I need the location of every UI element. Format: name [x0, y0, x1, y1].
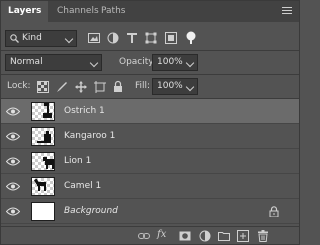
layer-name: Lion 1 — [64, 156, 92, 166]
blend-mode-select[interactable]: Normal — [5, 54, 102, 71]
layer-name: Background — [64, 206, 118, 216]
new-layer-icon[interactable] — [237, 230, 249, 242]
fx-icon[interactable]: fx — [157, 228, 171, 240]
opacity-value: 100% — [157, 57, 183, 67]
filter-kind-label: Kind — [22, 33, 42, 43]
lock-label: Lock: — [7, 81, 31, 91]
filter-row: Kind — [1, 30, 299, 48]
layer-thumbnail — [31, 127, 55, 146]
chevron-down-icon — [64, 34, 74, 44]
delete-layer-icon[interactable] — [257, 230, 269, 242]
layer-thumbnail — [31, 152, 55, 171]
layer-name: Camel 1 — [64, 181, 102, 191]
bottom-toolbar: fx — [1, 226, 299, 244]
panel-menu-icon[interactable] — [282, 7, 292, 16]
smart-object-filter-icon[interactable] — [165, 32, 177, 44]
type-filter-icon[interactable] — [126, 32, 138, 44]
pixel-filter-icon[interactable] — [88, 32, 100, 44]
layer-row-kangaroo[interactable]: Kangaroo 1 — [1, 124, 299, 149]
layer-name: Ostrich 1 — [64, 106, 105, 116]
lock-artboard-icon[interactable] — [94, 81, 106, 93]
eye-icon[interactable] — [6, 107, 20, 116]
layer-name: Kangaroo 1 — [64, 131, 116, 141]
divider — [1, 50, 299, 51]
lock-icon — [269, 206, 279, 217]
layer-thumbnail — [31, 202, 55, 221]
adjustment-filter-icon[interactable] — [107, 32, 119, 44]
layer-row-ostrich[interactable]: Ostrich 1 — [1, 99, 299, 124]
layers-panel: Layers Channels Paths Kind Normal Opacit… — [0, 0, 300, 245]
filter-toggle-icon[interactable] — [185, 31, 197, 45]
layer-thumbnail — [31, 177, 55, 196]
blend-mode-value: Normal — [10, 57, 43, 67]
adjustment-layer-icon[interactable] — [199, 230, 211, 242]
layer-row-camel[interactable]: Camel 1 — [1, 174, 299, 199]
fill-value: 100% — [157, 81, 183, 91]
tab-bar: Layers Channels Paths — [1, 1, 299, 22]
chevron-down-icon — [185, 82, 195, 92]
new-group-icon[interactable] — [218, 230, 230, 242]
chevron-down-icon — [185, 58, 195, 68]
eye-icon[interactable] — [6, 207, 20, 216]
eye-icon[interactable] — [6, 157, 20, 166]
shape-filter-icon[interactable] — [145, 32, 157, 44]
layer-thumbnail — [31, 102, 55, 121]
layer-row-lion[interactable]: Lion 1 — [1, 149, 299, 174]
lock-all-icon[interactable] — [113, 80, 123, 93]
eye-icon[interactable] — [6, 132, 20, 141]
layer-row-background[interactable]: Background — [1, 199, 299, 224]
divider — [1, 74, 299, 75]
lock-transparent-icon[interactable] — [37, 81, 49, 93]
layer-list: Ostrich 1 Kangaroo 1 Lion 1 Camel 1 Back… — [1, 99, 299, 224]
eye-icon[interactable] — [6, 182, 20, 191]
filter-kind-select[interactable]: Kind — [5, 30, 77, 47]
blend-row: Normal Opacity: 100% — [1, 54, 299, 72]
tab-layers[interactable]: Layers — [1, 1, 49, 22]
lock-row: Lock: Fill: 100% — [1, 78, 299, 96]
fill-label: Fill: — [135, 81, 151, 91]
link-layers-icon[interactable] — [138, 230, 150, 242]
opacity-label: Opacity: — [119, 57, 156, 67]
lock-position-icon[interactable] — [75, 81, 87, 93]
lock-image-icon[interactable] — [56, 81, 68, 93]
add-mask-icon[interactable] — [179, 230, 191, 242]
opacity-input[interactable]: 100% — [152, 54, 198, 71]
tab-paths[interactable]: Paths — [94, 1, 132, 22]
chevron-down-icon — [89, 58, 99, 68]
search-icon — [10, 34, 19, 43]
fill-input[interactable]: 100% — [152, 78, 198, 95]
